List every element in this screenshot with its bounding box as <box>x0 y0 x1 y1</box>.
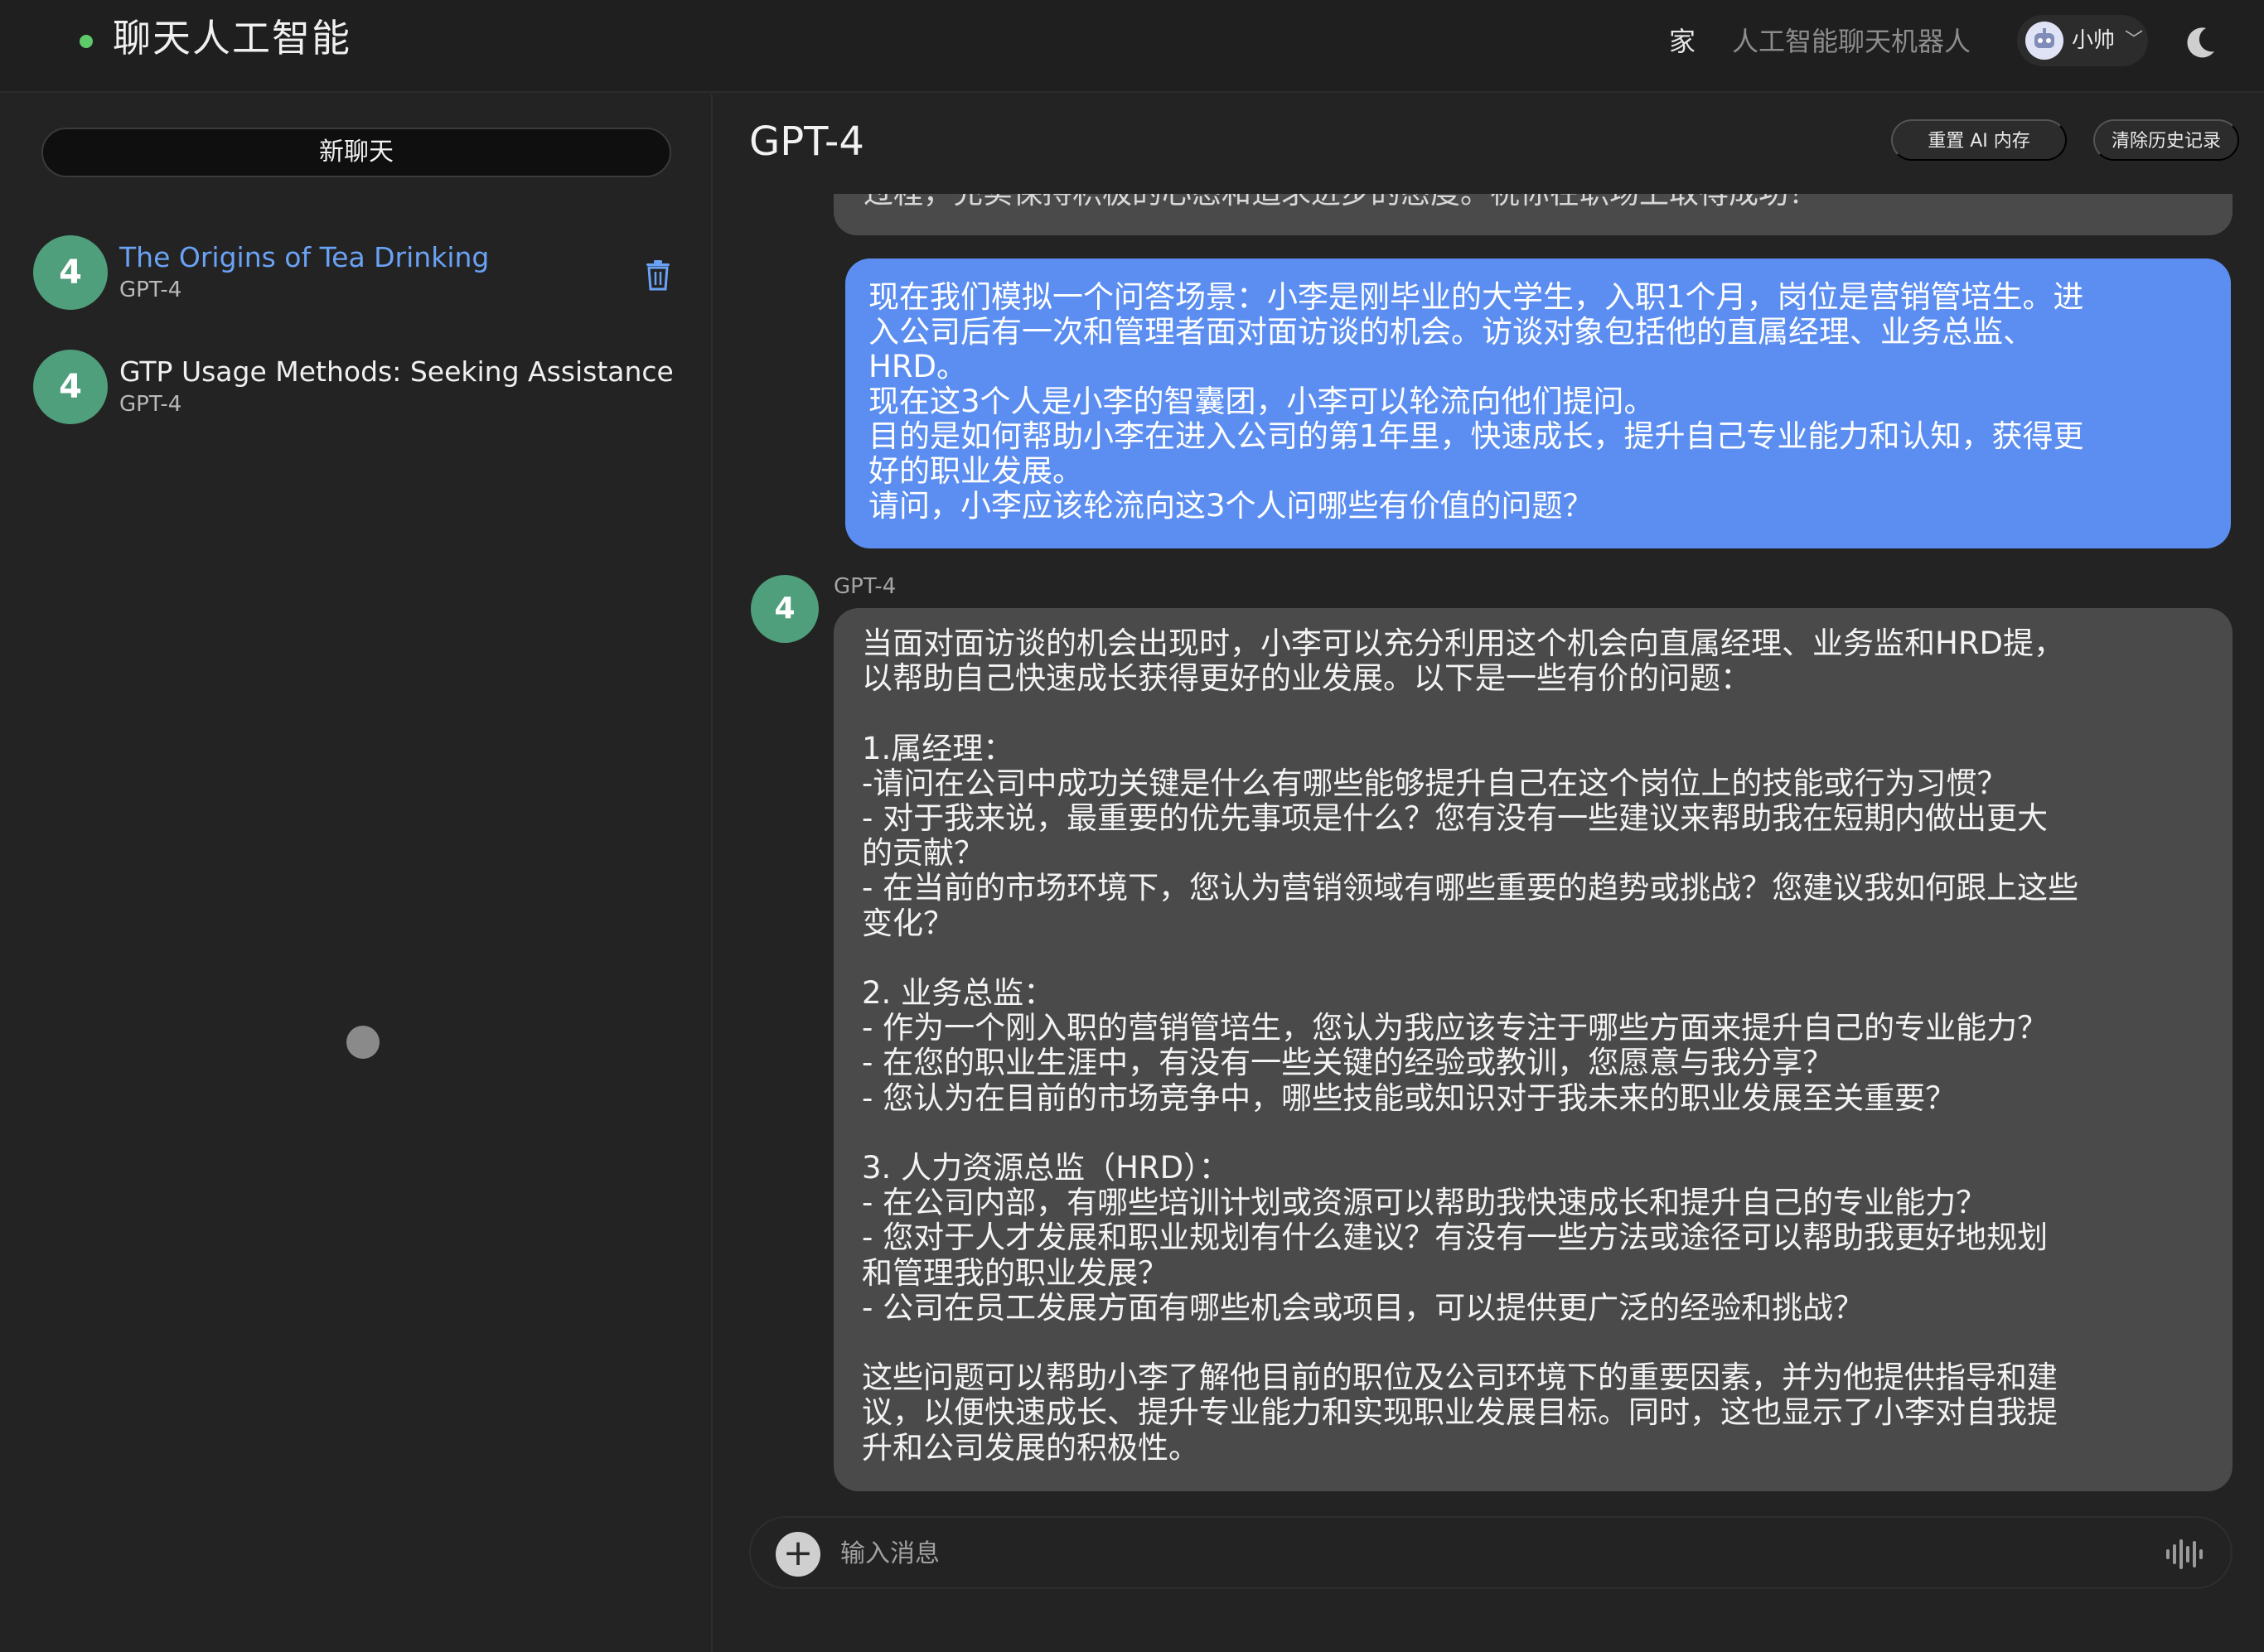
message-line: 3. 人力资源总监（HRD）： <box>862 1150 1230 1186</box>
message-line: 的贡献？ <box>862 835 984 872</box>
bot-model-label: GPT-4 <box>834 574 897 599</box>
message-line: 变化？ <box>862 905 954 941</box>
message-line: -请问在公司中成功关键是什么有哪些能够提升自己在这个岗位上的技能或行为习惯？ <box>862 765 2008 801</box>
model-title: GPT-4 <box>749 118 864 165</box>
conversation-badge: 4 <box>33 350 108 424</box>
chat-panel: GPT-4 重置 AI 内存 清除历史记录 过程，充实保持积极的心态和追求进步的… <box>714 94 2264 1652</box>
bot-message-text: 当面对面访谈的机会出现时，小李可以充分利用这个机会向直属经理、业务监和HRD提，… <box>862 626 2213 1466</box>
user-name: 小帅 <box>2072 28 2116 53</box>
message-line <box>862 1116 2213 1151</box>
conversation-item[interactable]: 4 GTP Usage Methods: Seeking Assistance … <box>30 341 685 432</box>
voice-wave-icon[interactable] <box>2165 1536 2206 1572</box>
conversation-title: GTP Usage Methods: Seeking Assistance <box>119 355 674 388</box>
robot-avatar-icon <box>2025 22 2063 60</box>
previous-bot-bubble: 过程，充实保持积极的心态和追求进步的态度。祝你在职场上取得成功！ <box>834 194 2233 235</box>
user-message-bubble: 现在我们模拟一个问答场景：小李是刚毕业的大学生，入职1个月，岗位是营销管培生。进… <box>845 258 2231 548</box>
user-message-text: 现在我们模拟一个问答场景：小李是刚毕业的大学生，入职1个月，岗位是营销管培生。进… <box>868 280 2219 524</box>
message-line <box>862 941 2213 976</box>
message-line: 升和公司发展的积极性。 <box>862 1429 1199 1466</box>
message-line: 目的是如何帮助小李在进入公司的第1年里，快速成长，提升自己专业能力和认知，获得更 <box>868 418 2084 454</box>
conversation-title: The Origins of Tea Drinking <box>119 241 490 273</box>
message-line: 议，以便快速成长、提升专业能力和实现职业发展目标。同时，这也显示了小李对自我提 <box>862 1394 2058 1431</box>
message-line: - 您认为在目前的市场竞争中，哪些技能或知识对于我未来的职业发展至关重要？ <box>862 1080 1957 1116</box>
plus-icon[interactable]: + <box>776 1532 820 1577</box>
message-line <box>862 696 2213 731</box>
moon-icon[interactable] <box>2181 23 2219 61</box>
sidebar: 新聊天 4 The Origins of Tea Drinking GPT-4 … <box>0 94 713 1652</box>
conversation-item[interactable]: 4 The Origins of Tea Drinking GPT-4 <box>30 227 685 318</box>
reset-ai-memory-button[interactable]: 重置 AI 内存 <box>1891 119 2067 161</box>
message-line: 现在我们模拟一个问答场景：小李是刚毕业的大学生，入职1个月，岗位是营销管培生。进 <box>868 279 2084 315</box>
message-line: 2. 业务总监： <box>862 975 1055 1012</box>
message-line: 这些问题可以帮助小李了解他目前的职位及公司环境下的重要因素，并为他提供指导和建 <box>862 1360 2058 1396</box>
new-chat-button[interactable]: 新聊天 <box>41 128 671 177</box>
message-line: - 作为一个刚入职的营销管培生，您认为我应该专注于哪些方面来提升自己的专业能力？ <box>862 1010 2049 1046</box>
message-line: - 在公司内部，有哪些培训计划或资源可以帮助我快速成长和提升自己的专业能力？ <box>862 1185 1987 1221</box>
brand-title[interactable]: 聊天人工智能 <box>113 12 351 65</box>
trash-icon[interactable] <box>643 258 673 292</box>
message-line: 入公司后有一次和管理者面对面访谈的机会。访谈对象包括他的直属经理、业务总监、 <box>868 314 2034 350</box>
top-bar: 聊天人工智能 家 人工智能聊天机器人 小帅 ﹀ <box>0 0 2264 93</box>
message-line: - 公司在员工发展方面有哪些机会或项目，可以提供更广泛的经验和挑战？ <box>862 1289 1865 1326</box>
message-line: 现在这3个人是小李的智囊团，小李可以轮流向他们提问。 <box>868 384 1655 419</box>
bot-message-bubble: 当面对面访谈的机会出现时，小李可以充分利用这个机会向直属经理、业务监和HRD提，… <box>834 608 2233 1491</box>
message-line: 以帮助自己快速成长获得更好的业发展。以下是一些有价的问题： <box>862 660 1751 697</box>
conversation-model: GPT-4 <box>119 392 182 417</box>
message-line: - 在您的职业生涯中，有没有一些关键的经验或教训，您愿意与我分享？ <box>862 1045 1834 1081</box>
user-menu-button[interactable]: 小帅 ﹀ <box>2017 15 2148 66</box>
message-line: 好的职业发展。 <box>868 453 1083 489</box>
conversation-model: GPT-4 <box>119 278 182 302</box>
message-composer: + <box>749 1516 2233 1589</box>
clear-history-button[interactable]: 清除历史记录 <box>2093 119 2239 161</box>
nav-home-link[interactable]: 家 <box>1669 22 1696 61</box>
message-line: HRD。 <box>868 349 968 384</box>
loading-dot <box>346 1026 380 1059</box>
conversation-badge: 4 <box>33 235 108 310</box>
message-input[interactable] <box>840 1533 2083 1574</box>
message-line: 当面对面访谈的机会出现时，小李可以充分利用这个机会向直属经理、业务监和HRD提， <box>862 626 2065 661</box>
message-line <box>862 1326 2213 1360</box>
status-dot-icon <box>80 35 93 48</box>
chevron-down-icon: ﹀ <box>2125 30 2144 51</box>
previous-message-clip: 过程，充实保持积极的心态和追求进步的态度。祝你在职场上取得成功！ <box>714 194 2264 244</box>
message-line: 和管理我的职业发展？ <box>862 1254 1168 1291</box>
message-line: - 您对于人才发展和职业规划有什么建议？有没有一些方法或途径可以帮助我更好地规划 <box>862 1220 2049 1256</box>
previous-bot-text: 过程，充实保持积极的心态和追求进步的态度。祝你在职场上取得成功！ <box>864 194 1818 212</box>
message-line: - 在当前的市场环境下，您认为营销领域有哪些重要的趋势或挑战？您建议我如何跟上这… <box>862 870 2079 906</box>
message-line: - 对于我来说，最重要的优先事项是什么？您有没有一些建议来帮助我在短期内做出更大 <box>862 800 2049 837</box>
message-line: 请问，小李应该轮流向这3个人问哪些有价值的问题？ <box>868 488 1594 524</box>
bot-badge: 4 <box>751 575 819 643</box>
nav-chatbot-link[interactable]: 人工智能聊天机器人 <box>1732 22 1971 61</box>
message-line: 1.属经理： <box>862 730 1014 766</box>
